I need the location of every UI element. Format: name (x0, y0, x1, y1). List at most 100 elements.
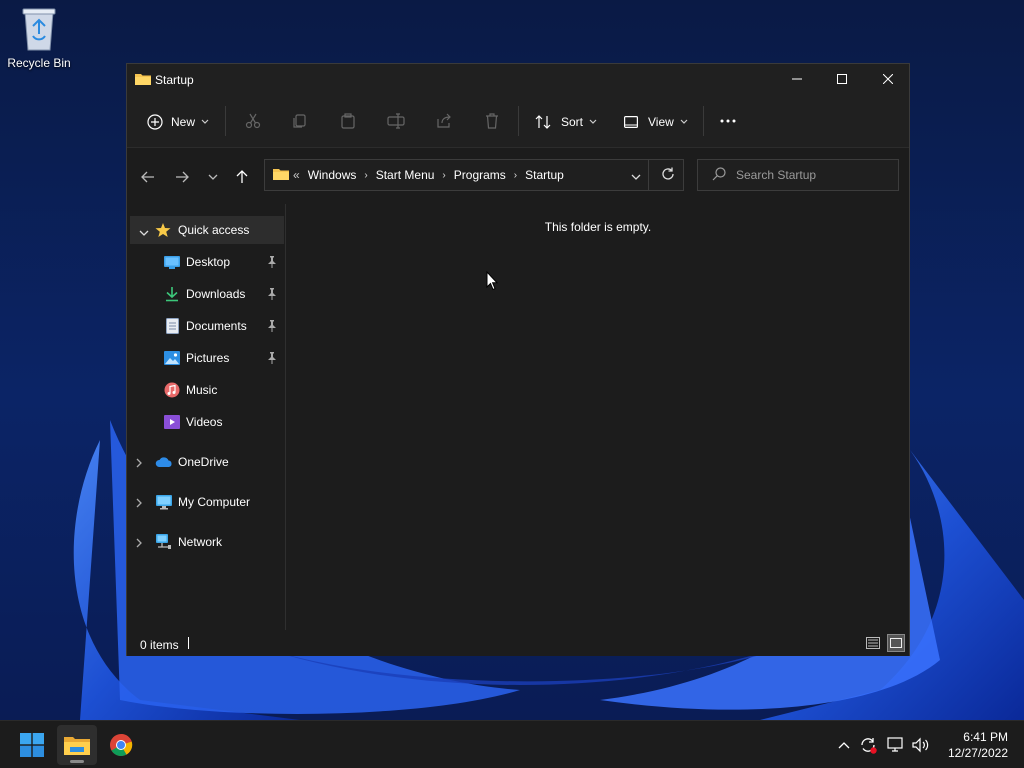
more-icon (720, 119, 736, 123)
toolbar-divider (518, 106, 519, 136)
taskbar-file-explorer[interactable] (57, 725, 97, 765)
nav-item-my-computer[interactable]: My Computer (127, 488, 281, 516)
maximize-icon (837, 74, 847, 84)
breadcrumb-startup[interactable]: Startup (525, 168, 564, 182)
chevron-right-icon[interactable] (136, 537, 142, 551)
refresh-button[interactable] (661, 167, 675, 184)
nav-item-onedrive[interactable]: OneDrive (127, 448, 281, 476)
star-icon (154, 221, 172, 239)
nav-item-network[interactable]: Network (127, 528, 281, 556)
breadcrumb-windows[interactable]: Windows › (308, 168, 368, 182)
breadcrumb-label: Programs (453, 168, 506, 182)
forward-button[interactable] (171, 166, 193, 188)
chevron-right-icon[interactable] (136, 457, 142, 471)
new-label: New (171, 115, 196, 129)
pin-icon (267, 256, 277, 271)
up-button[interactable] (231, 166, 253, 188)
navigation-pane: Quick access Desktop Downloads Documents… (127, 204, 285, 630)
paste-button[interactable] (338, 111, 358, 131)
cut-button[interactable] (243, 111, 263, 131)
document-icon (163, 317, 181, 335)
chevron-down-icon (589, 119, 597, 124)
search-placeholder: Search Startup (736, 168, 817, 182)
chevron-down-icon (680, 119, 688, 124)
details-view-button[interactable] (864, 634, 882, 652)
nav-item-quick-access[interactable]: Quick access (130, 216, 284, 244)
delete-icon (486, 113, 498, 129)
taskbar-chrome[interactable] (101, 725, 141, 765)
close-button[interactable] (865, 64, 911, 94)
download-icon (163, 285, 181, 303)
back-button[interactable] (137, 166, 159, 188)
chevron-down-icon (631, 174, 641, 180)
minimize-icon (792, 78, 802, 80)
sort-button[interactable]: Sort (535, 108, 597, 136)
breadcrumb-programs[interactable]: Programs › (454, 168, 517, 182)
pin-icon (267, 352, 277, 367)
view-icon (624, 116, 638, 128)
taskbar: 6:41 PM 12/27/2022 (0, 720, 1024, 768)
desktop-icon-recycle-bin[interactable]: Recycle Bin (4, 6, 74, 70)
nav-item-music[interactable]: Music (127, 376, 281, 404)
nav-item-pictures[interactable]: Pictures (127, 344, 281, 372)
address-divider (648, 160, 649, 190)
nav-label: Downloads (186, 287, 246, 301)
large-icons-view-button[interactable] (887, 634, 905, 652)
pin-icon (267, 320, 277, 335)
address-dropdown-button[interactable] (631, 169, 641, 183)
file-list-area[interactable]: This folder is empty. (287, 204, 909, 630)
update-status-button[interactable] (858, 735, 878, 755)
address-overflow[interactable]: « (293, 168, 300, 182)
title-bar[interactable]: Startup (127, 64, 909, 96)
toolbar-divider (703, 106, 704, 136)
nav-item-documents[interactable]: Documents (127, 312, 281, 340)
copy-icon (293, 114, 306, 128)
recent-locations-button[interactable] (202, 166, 224, 188)
pin-icon (267, 288, 277, 303)
breadcrumb-start-menu[interactable]: Start Menu › (376, 168, 446, 182)
address-bar[interactable]: « Windows › Start Menu › Programs › Startup (264, 159, 684, 191)
chevron-right-icon[interactable] (136, 497, 142, 511)
clock[interactable]: 6:41 PM 12/27/2022 (940, 729, 1008, 761)
volume-button[interactable] (911, 735, 931, 755)
chevron-down-icon[interactable] (139, 225, 149, 239)
chevron-down-icon (208, 174, 218, 180)
view-button[interactable]: View (624, 108, 688, 136)
clock-date: 12/27/2022 (947, 746, 1008, 760)
pane-divider[interactable] (285, 204, 286, 630)
nav-label: Pictures (186, 351, 230, 365)
delete-button[interactable] (482, 111, 502, 131)
breadcrumb-label: Startup (525, 168, 564, 182)
nav-item-downloads[interactable]: Downloads (127, 280, 281, 308)
toolbar-divider (225, 106, 226, 136)
network-status-button[interactable] (886, 735, 906, 755)
large-icons-view-icon (890, 638, 902, 648)
start-button[interactable] (12, 725, 52, 765)
show-hidden-icons-button[interactable] (834, 735, 854, 755)
nav-label: My Computer (178, 495, 251, 509)
rename-button[interactable] (386, 111, 406, 131)
chevron-right-icon: › (513, 169, 518, 181)
new-button[interactable]: New (147, 108, 209, 136)
file-explorer-window: Startup New Sort View « Windows › Start … (126, 63, 910, 656)
nav-label: Videos (186, 415, 223, 429)
breadcrumb-label: Start Menu (375, 168, 435, 182)
share-button[interactable] (434, 111, 454, 131)
music-icon (163, 381, 181, 399)
refresh-icon (662, 167, 674, 180)
nav-item-desktop[interactable]: Desktop (127, 248, 281, 276)
more-options-button[interactable] (718, 111, 738, 131)
recycle-bin-label: Recycle Bin (7, 56, 71, 70)
clock-time: 6:41 PM (963, 730, 1008, 744)
minimize-button[interactable] (774, 64, 820, 94)
nav-item-videos[interactable]: Videos (127, 408, 281, 436)
close-icon (883, 74, 893, 84)
maximize-button[interactable] (819, 64, 865, 94)
navigation-row: « Windows › Start Menu › Programs › Startup… (127, 148, 909, 204)
active-indicator (70, 760, 84, 763)
copy-button[interactable] (290, 111, 310, 131)
search-box[interactable]: Search Startup (697, 159, 899, 191)
nav-label: Network (178, 535, 223, 549)
empty-folder-message: This folder is empty. (544, 220, 652, 234)
arrow-left-icon (141, 171, 154, 183)
